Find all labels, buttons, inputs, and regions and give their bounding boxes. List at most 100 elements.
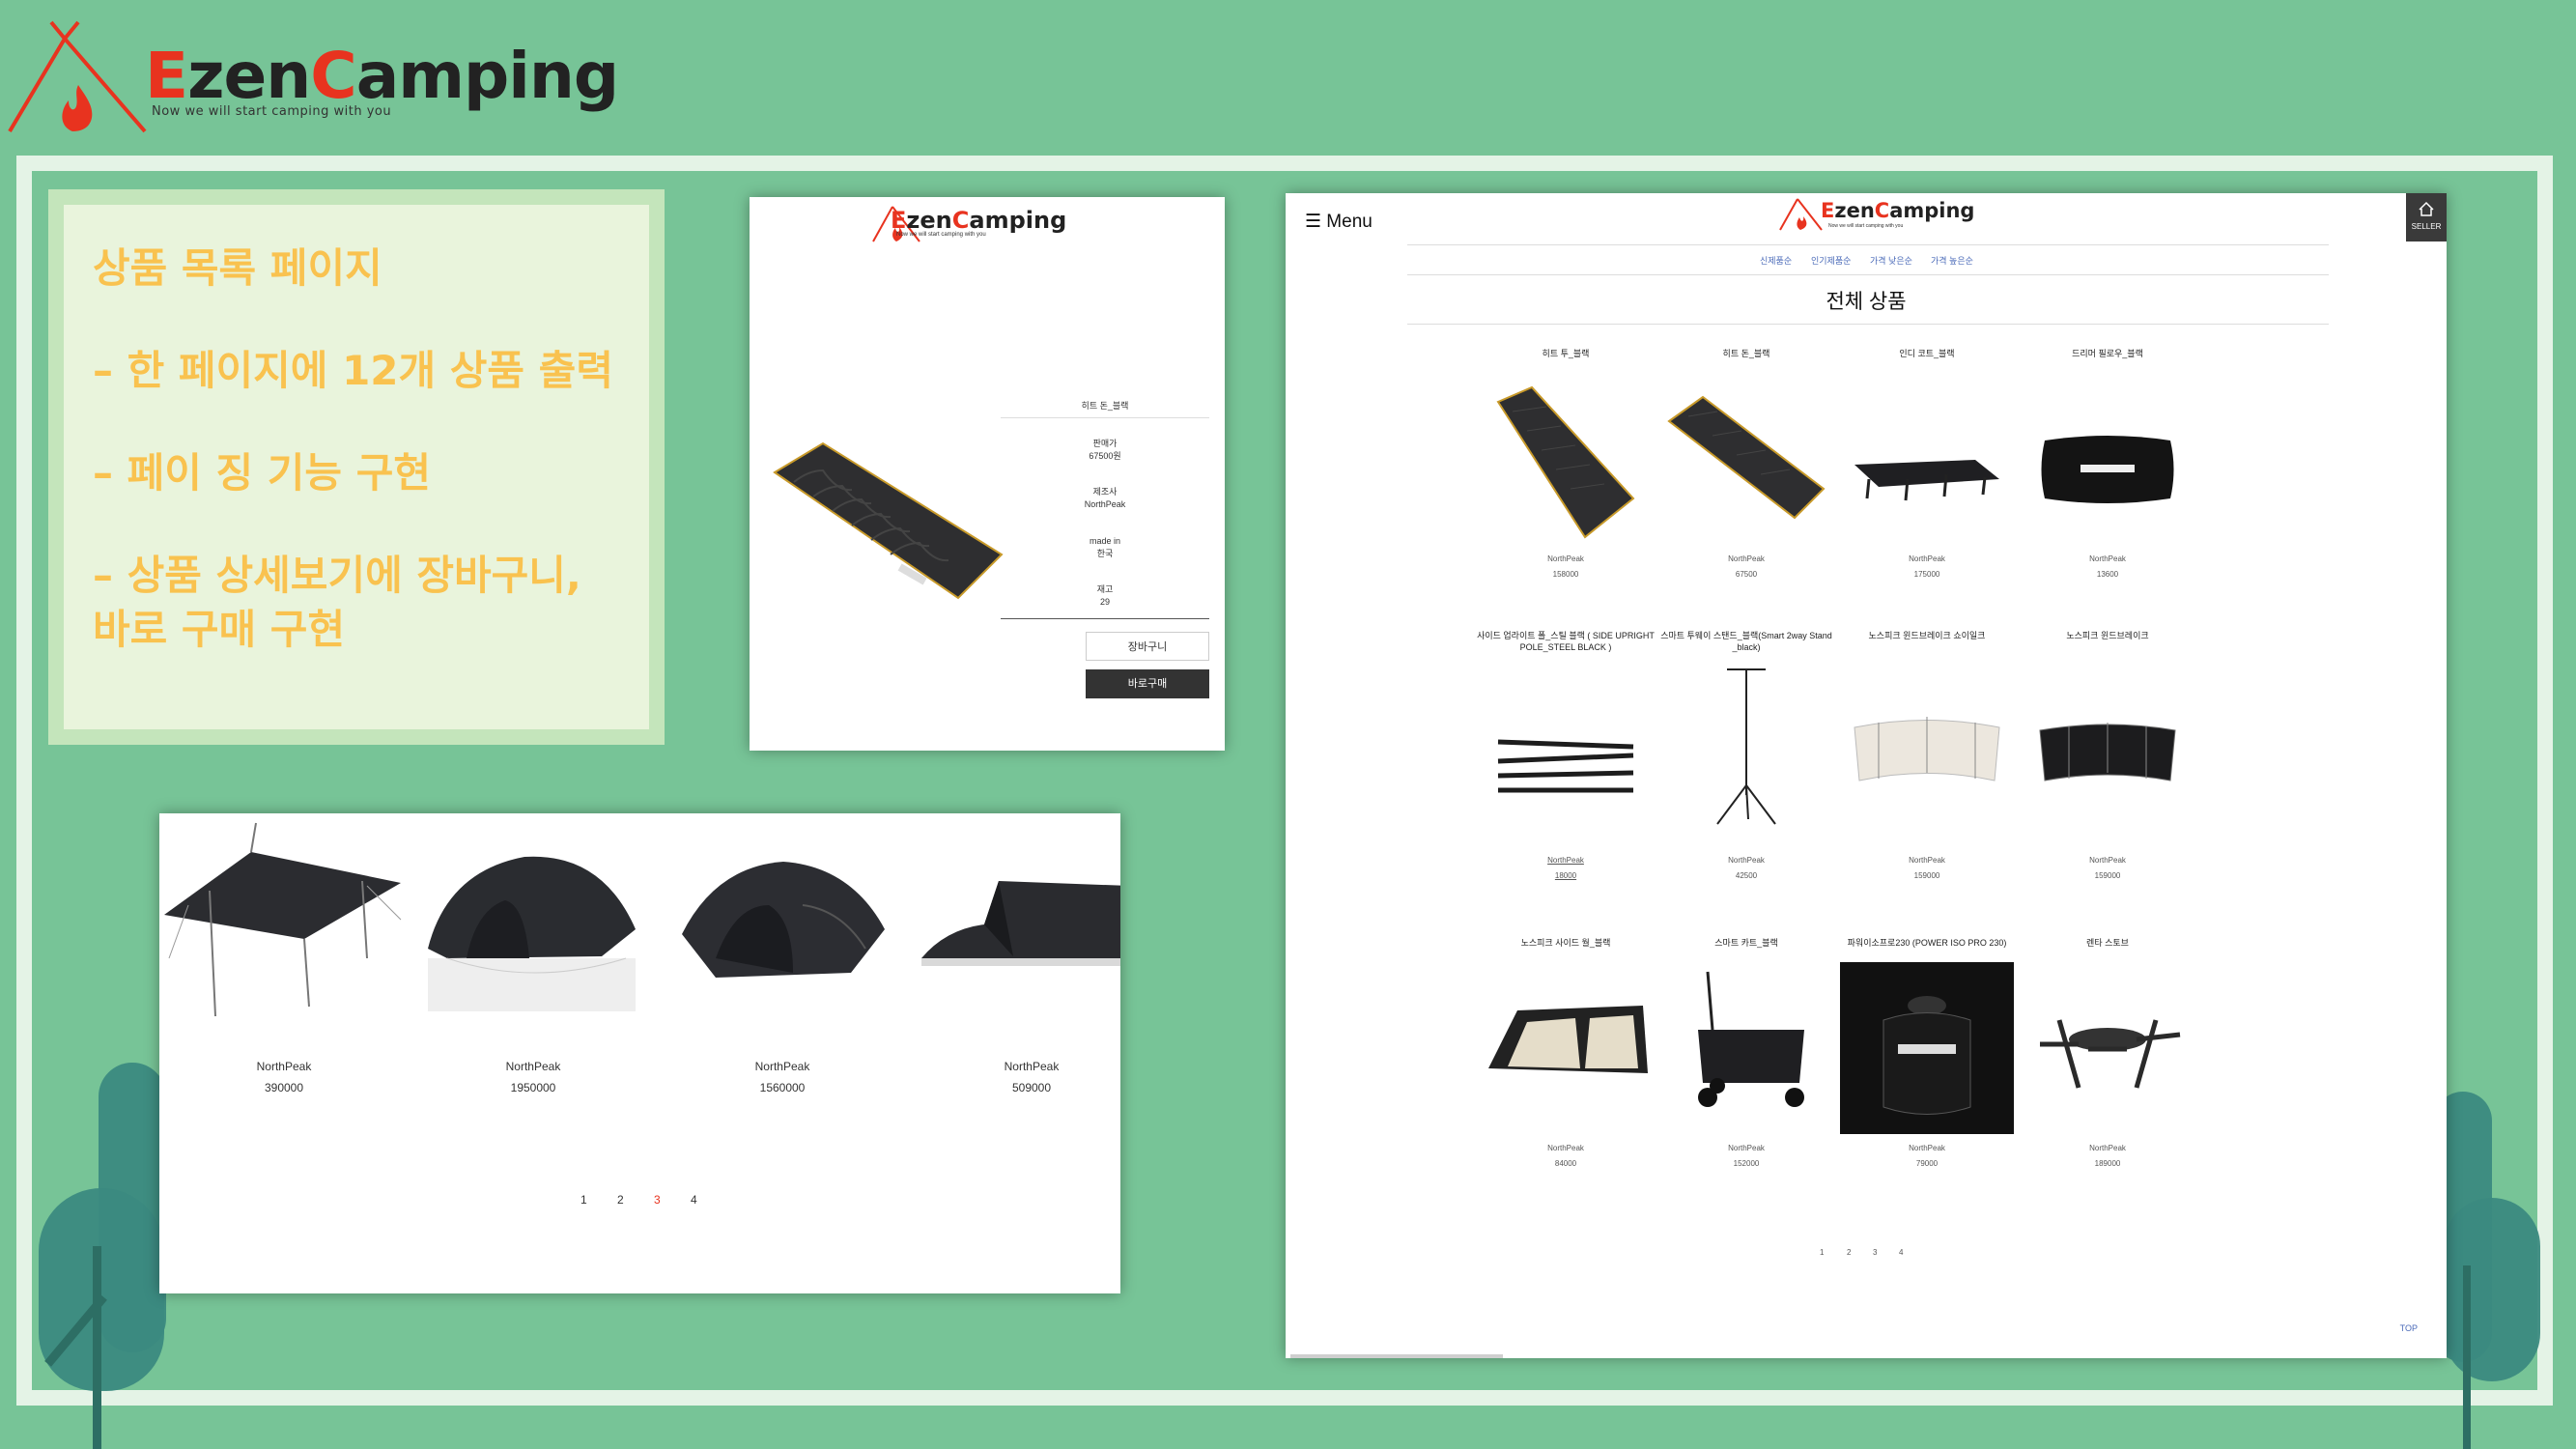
page-link-4[interactable]: 4 [691,1193,697,1207]
product-card[interactable]: 노스피크 윈드브레이크 NorthPeak 159000 [2018,630,2197,884]
product-price: 509000 [1011,1081,1052,1094]
product-brand: NorthPeak [1728,1144,1765,1152]
product-card[interactable]: 렌타 스토브 NorthPeak 189000 [2018,937,2197,1172]
header-divider [1407,244,2329,245]
product-price: 159000 [1913,871,1940,880]
page-link-4[interactable]: 4 [1899,1248,1903,1257]
product-card[interactable]: 히트 투_블랙 NorthPeak 158000 [1476,348,1656,582]
product-price: 152000 [1733,1159,1760,1168]
tent-fire-logo-icon [8,20,147,133]
product-name: 파워이소프로230 (POWER ISO PRO 230) [1847,938,2007,948]
product-price: 189000 [2094,1159,2121,1168]
buy-now-button[interactable]: 바로구매 [1086,669,1209,698]
product-brand: NorthPeak [1909,554,1945,563]
page-link-2[interactable]: 2 [617,1193,624,1207]
detail-maker-value: NorthPeak [1084,499,1126,509]
product-price: 175000 [1913,570,1940,579]
lantern-stand-image [1716,668,1776,825]
product-brand: NorthPeak [1547,856,1584,865]
product-card[interactable]: 인디 코트_블랙 NorthPeak 175000 [1837,348,2017,582]
product-card[interactable]: NorthPeak 509000 [907,813,1120,1258]
product-card[interactable]: NorthPeak 1560000 [658,813,907,1258]
site-logo: EzenCamping Now we will start camping wi… [0,0,619,145]
product-price: 159000 [2094,871,2121,880]
product-brand: NorthPeak [1004,1060,1060,1073]
page-link-1[interactable]: 1 [580,1193,587,1207]
detail-stock-label: 재고 [1096,584,1114,594]
note-line-12-items: – 한 페이지에 12개 상품 출력 [93,347,613,394]
product-card[interactable]: 드리머 필로우_블랙 NorthPeak 13600 [2018,348,2197,582]
product-brand: NorthPeak [1728,554,1765,563]
horizontal-scrollbar[interactable] [1290,1354,1503,1358]
cot-image [1854,460,1999,501]
product-card[interactable]: 스마트 투웨이 스탠드_블랙(Smart 2way Stand _black) … [1656,630,1836,884]
page-link-3[interactable]: 3 [1873,1248,1877,1257]
detail-divider [1001,417,1209,418]
cart-image [1698,971,1804,1107]
windbreak-image [2039,723,2176,781]
detail-maker-label: 제조사 [1092,487,1118,497]
seller-home-button[interactable]: SELLER [2406,193,2447,242]
scroll-top-link[interactable]: TOP [2400,1323,2418,1333]
sort-popular[interactable]: 인기제품순 [1811,254,1851,267]
product-card[interactable]: NorthPeak 1950000 [409,813,658,1258]
product-brand: NorthPeak [256,1060,312,1073]
page-link-2[interactable]: 2 [1847,1248,1851,1257]
product-name: 렌타 스토브 [2086,938,2129,948]
side-wall-image [1488,1006,1648,1073]
product-name: 노스피크 윈드브레이크 쇼이일크 [1868,631,1986,640]
page-link-3-current[interactable]: 3 [654,1193,661,1207]
dome-tent-image [682,862,885,978]
product-price: 1950000 [510,1081,556,1094]
product-price: 390000 [264,1081,304,1094]
tree-right-decoration [2434,1092,2576,1449]
product-card[interactable]: 파워이소프로230 (POWER ISO PRO 230) NorthPeak … [1837,937,2017,1172]
product-brand: NorthPeak [1547,554,1584,563]
product-price: 158000 [1552,570,1579,579]
product-brand: NorthPeak [2089,1144,2126,1152]
page-link-1[interactable]: 1 [1820,1248,1824,1257]
menu-button[interactable]: ☰ Menu [1305,211,1373,233]
product-list-screenshot: ☰ Menu EzenCamping Now we will start cam… [1286,193,2447,1358]
pillow-image [2041,436,2174,503]
detail-origin-value: 한국 [1096,549,1114,558]
product-card[interactable]: 히트 돈_블랙 NorthPeak 67500 [1656,348,1836,582]
product-brand: NorthPeak [1728,856,1765,865]
section-title: 전체 상품 [1826,291,1907,313]
product-brand: NorthPeak [1909,856,1945,865]
product-price: 18000 [1554,871,1577,880]
gas-canister-image [1840,962,2014,1134]
list-logo-wordmark: EzenCamping [1821,199,1975,222]
detail-price-label: 판매가 [1092,439,1118,448]
detail-divider [1001,618,1209,619]
product-name: 스마트 투웨이 스탠드_블랙(Smart 2way Stand _black) [1660,631,1832,652]
product-card[interactable]: 노스피크 사이드 월_블랙 NorthPeak 84000 [1476,937,1656,1172]
tarp-image [164,822,402,1017]
product-name: 노스피크 사이드 월_블랙 [1520,938,1611,948]
sort-newest[interactable]: 신제품순 [1760,254,1792,267]
dome-tent-image [428,856,636,1011]
product-price: 67500 [1735,570,1758,579]
detail-stock-value: 29 [1099,597,1110,607]
sleeping-bag-image [1496,385,1635,539]
product-brand: NorthPeak [1909,1144,1945,1152]
product-price: 1560000 [759,1081,806,1094]
product-card[interactable]: 노스피크 윈드브레이크 쇼이일크 NorthPeak 159000 [1837,630,2017,884]
detail-logo-tagline: Now we will start camping with you [896,232,986,238]
product-brand: NorthPeak [2089,856,2126,865]
product-card[interactable]: NorthPeak 390000 [159,813,409,1258]
sort-price-low[interactable]: 가격 낮은순 [1870,254,1912,267]
product-price: 13600 [2096,570,2119,579]
product-price: 42500 [1735,871,1758,880]
logo-tagline: Now we will start camping with you [152,104,392,119]
product-detail-screenshot: EzenCamping Now we will start camping wi… [750,197,1225,751]
sort-price-high[interactable]: 가격 높은순 [1931,254,1973,267]
product-card[interactable]: 사이드 업라이트 폴_스틸 블랙 ( SIDE UPRIGHT POLE_STE… [1476,630,1656,884]
note-line-title: 상품 목록 페이지 [93,244,382,292]
logo-wordmark: EzenCamping [145,39,619,113]
sort-divider [1407,274,2329,275]
sleeping-bag-image [773,441,1004,600]
product-brand: NorthPeak [505,1060,561,1073]
product-card[interactable]: 스마트 카트_블랙 NorthPeak 152000 [1656,937,1836,1172]
add-to-cart-button[interactable]: 장바구니 [1086,632,1209,661]
